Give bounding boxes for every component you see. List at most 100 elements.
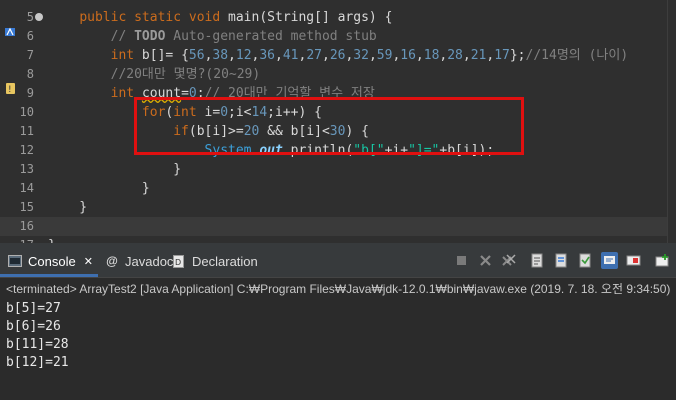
code-token: } [48, 162, 182, 177]
tab-console[interactable]: Console ✕ [8, 251, 93, 271]
tab-console-label: Console [28, 253, 76, 269]
show-on-output-icon[interactable] [577, 252, 594, 269]
console-output-line: b[11]=28 [6, 337, 69, 352]
fold-toggle-icon[interactable] [35, 13, 43, 21]
code-token: , [368, 48, 377, 63]
code-token: 56 [188, 48, 205, 63]
code-line[interactable]: 5 public static void main(String[] args)… [0, 8, 668, 27]
code-token: public static void [79, 10, 221, 25]
code-token: , [415, 48, 424, 63]
code-token: , [321, 48, 330, 63]
line-number: 14 [19, 181, 34, 195]
code-token: //20대만 몇명?(20~29) [110, 67, 261, 82]
remove-launch-icon[interactable] [477, 252, 494, 269]
tab-javadoc-label: Javadoc [125, 253, 174, 269]
javadoc-icon: @ [106, 254, 118, 268]
code-text: } [48, 179, 150, 198]
line-number: 6 [26, 29, 34, 43]
new-console-icon[interactable] [654, 252, 671, 269]
code-text: public static void main(String[] args) { [48, 8, 392, 27]
code-token: 26 [329, 48, 346, 63]
line-number: 13 [19, 162, 34, 176]
code-token: // [110, 29, 135, 44]
line-number: 16 [19, 219, 34, 233]
terminate-icon[interactable] [453, 252, 470, 269]
code-text: // TODO Auto-generated method stub [48, 27, 377, 46]
console-output-line: b[12]=21 [6, 355, 69, 370]
code-text: } [48, 236, 56, 243]
console-view: Console ✕ @ Javadoc D Declaration <termi… [0, 243, 676, 400]
code-line[interactable]: 15 } [0, 198, 668, 217]
line-number: 17 [8, 236, 34, 243]
console-output[interactable]: b[5]=27 b[6]=26 b[11]=28 b[12]=21 [6, 300, 666, 372]
editor-vertical-scrollbar[interactable] [667, 0, 676, 243]
code-token: , [228, 48, 236, 63]
code-text: } [48, 160, 181, 179]
red-highlight-box [134, 97, 524, 155]
code-token: 32 [353, 48, 369, 63]
line-number: 15 [19, 200, 34, 214]
tab-declaration[interactable]: D Declaration [172, 251, 258, 271]
code-text: //20대만 몇명?(20~29) [48, 65, 261, 84]
code-line[interactable]: 16 [0, 217, 668, 236]
code-token: TODO [134, 29, 166, 44]
code-token: //14명의 (나이) [525, 48, 629, 63]
remove-all-icon[interactable] [500, 252, 517, 269]
code-line[interactable]: 7 int b[]= {56,38,12,36,41,27,26,32,59,1… [0, 46, 668, 65]
line-number: 10 [19, 105, 34, 119]
console-icon [8, 255, 22, 267]
line-number: 5 [26, 10, 34, 24]
code-token: 41 [282, 48, 299, 63]
word-wrap-icon[interactable] [553, 252, 570, 269]
code-line[interactable]: 6 // TODO Auto-generated method stub [0, 27, 668, 46]
active-tab-indicator [0, 274, 98, 277]
tab-declaration-label: Declaration [192, 253, 258, 269]
code-token: 21 [470, 48, 487, 63]
code-line[interactable]: 13 } [0, 160, 668, 179]
code-token: , [275, 48, 283, 63]
code-token: 27 [306, 48, 322, 63]
code-text: } [48, 198, 87, 217]
scroll-lock-icon[interactable] [529, 252, 546, 269]
code-line[interactable]: 8 //20대만 몇명?(20~29) [0, 65, 668, 84]
code-token: 12 [235, 48, 252, 63]
code-token: 36 [259, 48, 276, 63]
line-number: 7 [26, 48, 34, 62]
code-text: int b[]= {56,38,12,36,41,27,26,32,59,16,… [48, 46, 629, 65]
code-token: 38 [212, 48, 229, 63]
code-editor[interactable]: ! 5 public static void main(String[] arg… [0, 0, 676, 243]
code-token: }; [509, 48, 526, 63]
svg-text:D: D [175, 258, 181, 267]
code-token: 18 [423, 48, 440, 63]
code-line[interactable]: 17} [0, 236, 668, 243]
code-token: } [48, 181, 150, 196]
tab-javadoc[interactable]: @ Javadoc [105, 251, 173, 271]
code-token: 59 [376, 48, 393, 63]
code-token: Auto-generated method stub [165, 29, 377, 44]
code-token: int [110, 86, 135, 101]
line-number: 11 [19, 124, 34, 138]
pin-console-icon[interactable] [601, 252, 618, 269]
console-output-line: b[6]=26 [6, 319, 61, 334]
view-tab-bar: Console ✕ @ Javadoc D Declaration [0, 243, 676, 278]
code-token: 28 [447, 48, 463, 63]
code-token: } [48, 200, 88, 215]
declaration-icon: D [172, 255, 186, 268]
code-line[interactable]: 14 } [0, 179, 668, 198]
code-token: b[]= { [134, 48, 189, 63]
line-number: 12 [19, 143, 34, 157]
code-token: int [110, 48, 135, 63]
console-output-line: b[5]=27 [6, 301, 61, 316]
code-token: 17 [494, 48, 510, 63]
code-token: 16 [400, 48, 416, 63]
code-token: , [462, 48, 471, 63]
console-status-line: <terminated> ArrayTest2 [Java Applicatio… [6, 282, 671, 296]
code-token: main(String[] args) { [220, 10, 393, 25]
close-icon[interactable]: ✕ [84, 255, 93, 268]
display-console-icon[interactable] [625, 252, 642, 269]
